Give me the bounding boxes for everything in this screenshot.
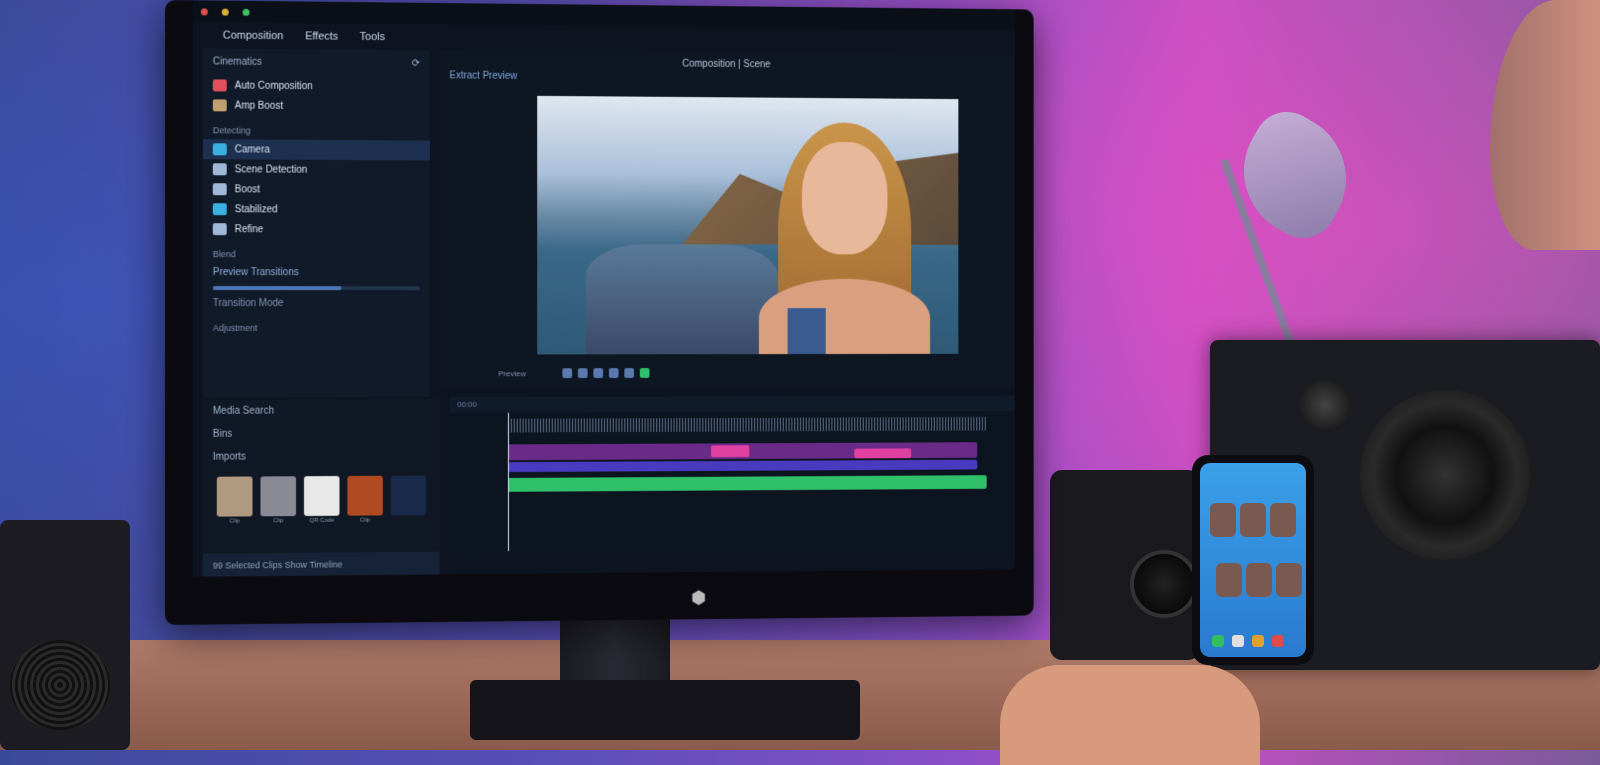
playhead[interactable]	[508, 413, 509, 551]
fx-stabilized[interactable]: Stabilized	[203, 199, 430, 220]
camera	[1050, 470, 1200, 660]
media-thumb[interactable]: Clip	[260, 476, 296, 524]
rewind-icon[interactable]	[609, 368, 619, 378]
menu-composition[interactable]: Composition	[223, 30, 284, 43]
preview-frame[interactable]	[537, 96, 958, 355]
media-footer: 99 Selected Clips Show Timeline	[203, 552, 440, 577]
editor-screen: Composition Effects Tools Cinematics ⟳ Au…	[193, 0, 1015, 576]
effects-panel: Cinematics ⟳ Auto Composition Amp Boost D…	[203, 48, 430, 398]
viewer-label: Extract Preview	[449, 70, 517, 81]
media-bin: Media Search Bins Imports Clip Clip QR C…	[203, 399, 440, 577]
monitor-base	[470, 680, 860, 740]
media-folder: Bins	[203, 422, 440, 446]
menu-tools[interactable]: Tools	[360, 31, 385, 43]
minimize-dot-icon[interactable]	[222, 8, 229, 15]
fx-scene-detection[interactable]: Scene Detection	[203, 159, 430, 180]
clip-pink[interactable]	[711, 445, 749, 457]
transition-mode[interactable]: Transition Mode	[203, 294, 430, 313]
timeline: 00:00	[449, 395, 1014, 555]
user-hand	[1000, 665, 1260, 765]
clip-pink[interactable]	[854, 448, 911, 458]
fx-refine[interactable]: Refine	[203, 219, 430, 240]
phone-screen	[1200, 463, 1306, 657]
monitor: Composition Effects Tools Cinematics ⟳ Au…	[165, 0, 1034, 625]
media-subfolder[interactable]: Imports	[203, 445, 440, 469]
media-thumb[interactable]: Clip	[347, 476, 382, 524]
speaker-woofer	[1360, 390, 1530, 560]
preview-viewer: Extract Preview Composition | Scene Prev…	[440, 51, 1015, 388]
close-dot-icon[interactable]	[201, 8, 208, 15]
playback-controls: Preview	[498, 364, 1015, 381]
loop-icon[interactable]	[640, 368, 650, 378]
stop-icon[interactable]	[593, 368, 603, 378]
maximize-dot-icon[interactable]	[243, 8, 250, 15]
section-adjustment: Adjustment	[203, 313, 430, 337]
audio-recorder	[0, 520, 130, 750]
audio-track[interactable]	[508, 475, 987, 492]
fx-auto-composition[interactable]: Auto Composition	[203, 75, 430, 97]
fx-boost[interactable]: Boost	[203, 179, 430, 200]
preview-status: Preview	[498, 369, 556, 378]
forward-icon[interactable]	[624, 368, 634, 378]
fx-amp-boost[interactable]: Amp Boost	[203, 95, 430, 117]
transition-slider[interactable]	[213, 286, 420, 290]
pause-icon[interactable]	[578, 368, 588, 378]
program-label: Composition | Scene	[682, 59, 770, 71]
play-icon[interactable]	[562, 368, 572, 378]
fx-camera[interactable]: Camera	[203, 139, 430, 160]
timeline-ruler[interactable]: 00:00	[449, 395, 1014, 413]
menu-effects[interactable]: Effects	[305, 30, 338, 42]
effects-panel-title: Cinematics	[213, 56, 262, 67]
smartphone	[1192, 455, 1314, 665]
preview-transitions[interactable]: Preview Transitions	[203, 263, 430, 282]
section-blend: Blend	[203, 239, 430, 263]
section-detecting: Detecting	[203, 115, 430, 140]
refresh-icon[interactable]: ⟳	[412, 58, 420, 69]
audio-waveform	[508, 417, 987, 433]
thumb-row: Clip Clip QR Code Clip	[203, 467, 440, 532]
clip-teal[interactable]	[508, 460, 977, 472]
monitor-logo-icon: ⬢	[689, 588, 708, 608]
speaker-tweeter	[1300, 380, 1350, 430]
media-thumb[interactable]	[391, 475, 426, 523]
media-search[interactable]: Media Search	[203, 399, 440, 423]
media-thumb[interactable]: Clip	[217, 476, 253, 524]
media-thumb[interactable]: QR Code	[304, 476, 340, 524]
